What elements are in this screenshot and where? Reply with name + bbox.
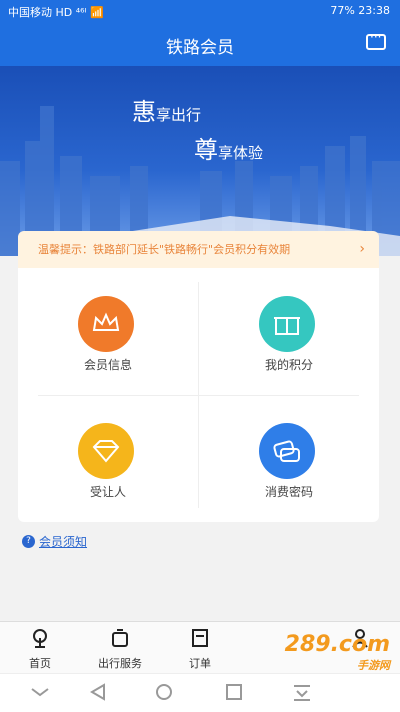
status-bar: 中国移动 HD ⁴⁶ᴵ 📶 77% 23:38 (0, 0, 400, 22)
page-title: 铁路会员 (166, 38, 234, 58)
question-icon: ? (22, 535, 35, 548)
app-bar: 铁路会员 (0, 22, 400, 66)
menu-transferee[interactable]: 受让人 (18, 395, 198, 522)
tab-home[interactable]: 首页 (5, 628, 75, 671)
notice-banner[interactable]: 温馨提示：铁路部门延长"铁路畅行"会员积分有效期 › (18, 231, 379, 268)
tab-travel-service[interactable]: 出行服务 (85, 628, 155, 671)
tab-label: 出行服务 (98, 657, 142, 670)
luggage-icon (112, 629, 128, 647)
order-icon (192, 629, 208, 647)
menu-consume-password[interactable]: 消费密码 (199, 395, 379, 522)
back-icon[interactable] (86, 682, 110, 702)
menu-label: 消费密码 (264, 485, 313, 499)
menu-card: 会员信息 我的积分 受让人 消费密码 (18, 268, 379, 522)
slogan-line-1: 惠享出行 (132, 98, 202, 126)
menu-my-points[interactable]: 我的积分 (199, 268, 379, 395)
menu-member-info[interactable]: 会员信息 (18, 268, 198, 395)
watermark: 289.com 手游网 (284, 632, 390, 672)
download-icon[interactable] (290, 682, 314, 702)
carrier-text: 中国移动 HD ⁴⁶ᴵ 📶 (8, 6, 104, 19)
chevron-down-icon[interactable] (28, 682, 52, 702)
member-notice-link[interactable]: ? 会员须知 (22, 533, 87, 550)
chevron-right-icon: › (359, 241, 365, 257)
hero-banner: 惠享出行 尊享体验 (0, 66, 400, 256)
recents-icon[interactable] (222, 682, 246, 702)
battery-time: 77% 23:38 (330, 4, 390, 17)
crown-icon (78, 296, 134, 352)
railway-logo-icon (33, 629, 47, 648)
home-icon[interactable] (152, 682, 176, 702)
diamond-icon (78, 423, 134, 479)
system-nav-bar (0, 673, 400, 712)
tickets-icon (259, 423, 315, 479)
tab-label: 首页 (29, 657, 51, 670)
message-icon[interactable] (366, 30, 386, 50)
menu-label: 受让人 (89, 485, 126, 499)
notice-text: 温馨提示：铁路部门延长"铁路畅行"会员积分有效期 (38, 243, 291, 256)
tab-label: 订单 (189, 657, 211, 670)
tab-orders[interactable]: 订单 (165, 628, 235, 671)
gift-icon (259, 296, 315, 352)
slogan-line-2: 尊享体验 (194, 136, 264, 164)
menu-label: 会员信息 (83, 358, 132, 372)
menu-label: 我的积分 (264, 358, 313, 372)
